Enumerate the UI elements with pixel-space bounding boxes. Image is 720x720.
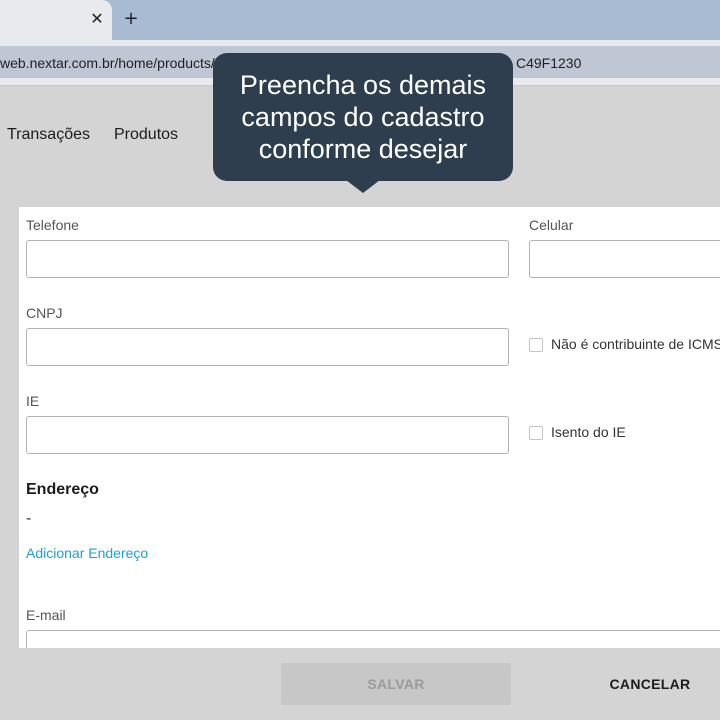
address-bar-url-end[interactable]: C49F1230 bbox=[516, 55, 581, 71]
browser-tab[interactable]: ✕ bbox=[0, 0, 112, 40]
nao-contribuinte-label[interactable]: Não é contribuinte de ICMS bbox=[551, 336, 720, 352]
add-endereco-link[interactable]: Adicionar Endereço bbox=[26, 545, 148, 561]
endereco-title: Endereço bbox=[26, 481, 99, 498]
tooltip-line-3: conforme desejar bbox=[258, 134, 468, 164]
nao-contribuinte-checkbox[interactable] bbox=[529, 338, 543, 352]
celular-input[interactable] bbox=[529, 240, 720, 278]
telefone-input[interactable] bbox=[26, 240, 509, 278]
ie-input[interactable] bbox=[26, 416, 509, 454]
browser-tabbar: ✕ + bbox=[0, 0, 720, 40]
nav-item-produtos[interactable]: Produtos bbox=[114, 126, 178, 144]
email-label: E-mail bbox=[26, 607, 66, 623]
save-button[interactable]: SALVAR bbox=[281, 663, 511, 705]
endereco-value: - bbox=[26, 510, 32, 527]
cnpj-input[interactable] bbox=[26, 328, 509, 366]
cnpj-label: CNPJ bbox=[26, 305, 63, 321]
celular-label: Celular bbox=[529, 217, 574, 233]
nav-item-transacoes[interactable]: Transações bbox=[7, 126, 90, 144]
new-tab-icon[interactable]: + bbox=[122, 9, 140, 29]
tooltip-line-2: campos do cadastro bbox=[241, 102, 485, 132]
tooltip-arrow bbox=[346, 180, 380, 193]
customer-form-panel: Telefone Celular CNPJ Não é contribuinte… bbox=[19, 207, 720, 648]
isento-ie-label[interactable]: Isento do IE bbox=[551, 424, 626, 440]
cancel-button[interactable]: CANCELAR bbox=[590, 663, 710, 705]
close-tab-icon[interactable]: ✕ bbox=[89, 10, 105, 28]
onboarding-tooltip: Preencha os demais campos do cadastro co… bbox=[213, 53, 513, 181]
email-input[interactable] bbox=[26, 630, 720, 648]
telefone-label: Telefone bbox=[26, 217, 79, 233]
isento-ie-checkbox[interactable] bbox=[529, 426, 543, 440]
address-bar-url[interactable]: web.nextar.com.br/home/products/ bbox=[0, 55, 215, 71]
ie-label: IE bbox=[26, 393, 40, 409]
tooltip-line-1: Preencha os demais bbox=[239, 70, 487, 100]
